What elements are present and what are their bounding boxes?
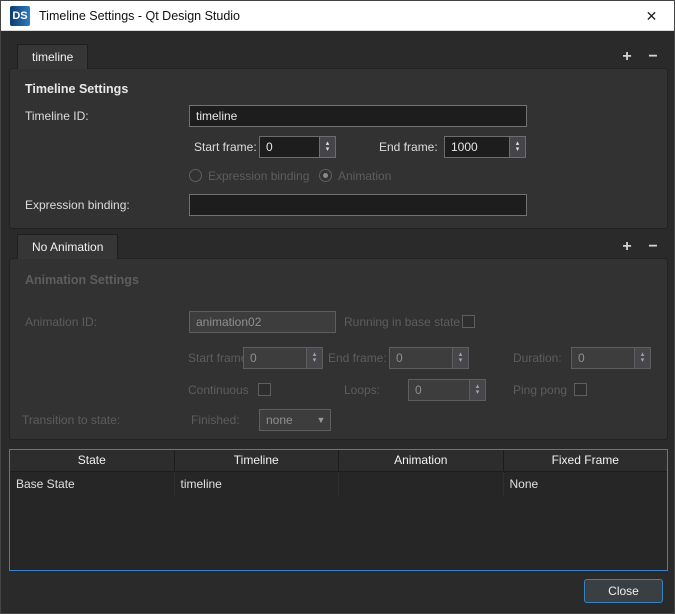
remove-animation-button[interactable]: − [644, 238, 662, 256]
expression-binding-radio [189, 169, 202, 182]
spin-down-icon[interactable]: ▾ [516, 147, 520, 153]
add-animation-button[interactable]: + [618, 238, 636, 256]
col-header-state[interactable]: State [10, 450, 174, 471]
spinner-buttons: ▴ ▾ [469, 380, 485, 400]
close-button[interactable]: Close [584, 579, 663, 603]
spinner-buttons: ▴ ▾ [634, 348, 650, 368]
spin-down-icon: ▾ [641, 358, 645, 364]
spin-down-icon[interactable]: ▾ [326, 147, 330, 153]
tab-timeline-label: timeline [32, 50, 73, 64]
duration-value [572, 348, 634, 368]
tab-no-animation[interactable]: No Animation [17, 234, 118, 259]
spinner-buttons[interactable]: ▴ ▾ [509, 137, 525, 157]
expression-binding-label: Expression binding: [25, 194, 130, 216]
expression-binding-input[interactable] [189, 194, 527, 216]
finished-dropdown-value: none [260, 413, 312, 427]
ping-pong-label: Ping pong [513, 379, 567, 401]
col-header-animation[interactable]: Animation [338, 450, 503, 471]
states-table-header: State Timeline Animation Fixed Frame [10, 450, 667, 472]
ping-pong-checkbox [574, 383, 587, 396]
timeline-settings-dialog: DS Timeline Settings - Qt Design Studio … [0, 0, 675, 614]
running-in-base-state-checkbox [462, 315, 475, 328]
remove-timeline-button[interactable]: − [644, 48, 662, 66]
spin-down-icon: ▾ [476, 390, 480, 396]
spinner-buttons: ▴ ▾ [306, 348, 322, 368]
end-frame-label: End frame: [379, 136, 438, 158]
anim-end-frame-spinner: ▴ ▾ [389, 347, 469, 369]
tab-timeline[interactable]: timeline [17, 44, 88, 69]
transition-to-state-label: Transition to state: [22, 409, 120, 431]
animation-radio-label: Animation [338, 165, 391, 187]
finished-dropdown: none ▼ [259, 409, 331, 431]
cell-fixed-frame[interactable]: None [503, 472, 668, 497]
col-header-fixed-frame[interactable]: Fixed Frame [503, 450, 668, 471]
add-timeline-button[interactable]: + [618, 48, 636, 66]
continuous-checkbox [258, 383, 271, 396]
loops-value [409, 380, 469, 400]
col-header-timeline[interactable]: Timeline [174, 450, 339, 471]
timeline-id-input[interactable] [189, 105, 527, 127]
cell-timeline[interactable]: timeline [174, 472, 339, 497]
start-frame-spinner[interactable]: ▴ ▾ [259, 136, 336, 158]
animation-id-label: Animation ID: [25, 311, 97, 333]
anim-start-frame-spinner: ▴ ▾ [243, 347, 323, 369]
start-frame-value[interactable] [260, 137, 319, 157]
cell-animation[interactable] [338, 472, 503, 497]
cell-state[interactable]: Base State [10, 472, 174, 497]
qt-design-studio-logo-icon: DS [10, 6, 30, 26]
expression-binding-radio-label: Expression binding [208, 165, 309, 187]
spin-down-icon: ▾ [459, 358, 463, 364]
continuous-label: Continuous [188, 379, 249, 401]
dropdown-arrow-icon: ▼ [312, 415, 330, 425]
window-close-icon[interactable]: ✕ [629, 1, 674, 31]
loops-spinner: ▴ ▾ [408, 379, 486, 401]
states-table[interactable]: State Timeline Animation Fixed Frame Bas… [9, 449, 668, 571]
end-frame-value[interactable] [445, 137, 509, 157]
finished-label: Finished: [191, 409, 240, 431]
timeline-settings-heading: Timeline Settings [25, 82, 128, 96]
animation-settings-heading: Animation Settings [25, 273, 139, 287]
spinner-buttons[interactable]: ▴ ▾ [319, 137, 335, 157]
anim-start-frame-label: Start frame: [188, 347, 251, 369]
anim-end-frame-value [390, 348, 452, 368]
animation-radio [319, 169, 332, 182]
anim-end-frame-label: End frame: [328, 347, 387, 369]
titlebar: DS Timeline Settings - Qt Design Studio … [1, 1, 674, 31]
start-frame-label: Start frame: [194, 136, 257, 158]
duration-spinner: ▴ ▾ [571, 347, 651, 369]
end-frame-spinner[interactable]: ▴ ▾ [444, 136, 526, 158]
timeline-id-label: Timeline ID: [25, 105, 89, 127]
spin-down-icon: ▾ [313, 358, 317, 364]
tab-no-animation-label: No Animation [32, 240, 103, 254]
anim-start-frame-value [244, 348, 306, 368]
loops-label: Loops: [344, 379, 380, 401]
duration-label: Duration: [513, 347, 562, 369]
window-title: Timeline Settings - Qt Design Studio [39, 9, 240, 23]
animation-id-input [189, 311, 336, 333]
running-in-base-state-label: Running in base state [344, 311, 460, 333]
table-row[interactable]: Base State timeline None [10, 472, 667, 497]
spinner-buttons: ▴ ▾ [452, 348, 468, 368]
